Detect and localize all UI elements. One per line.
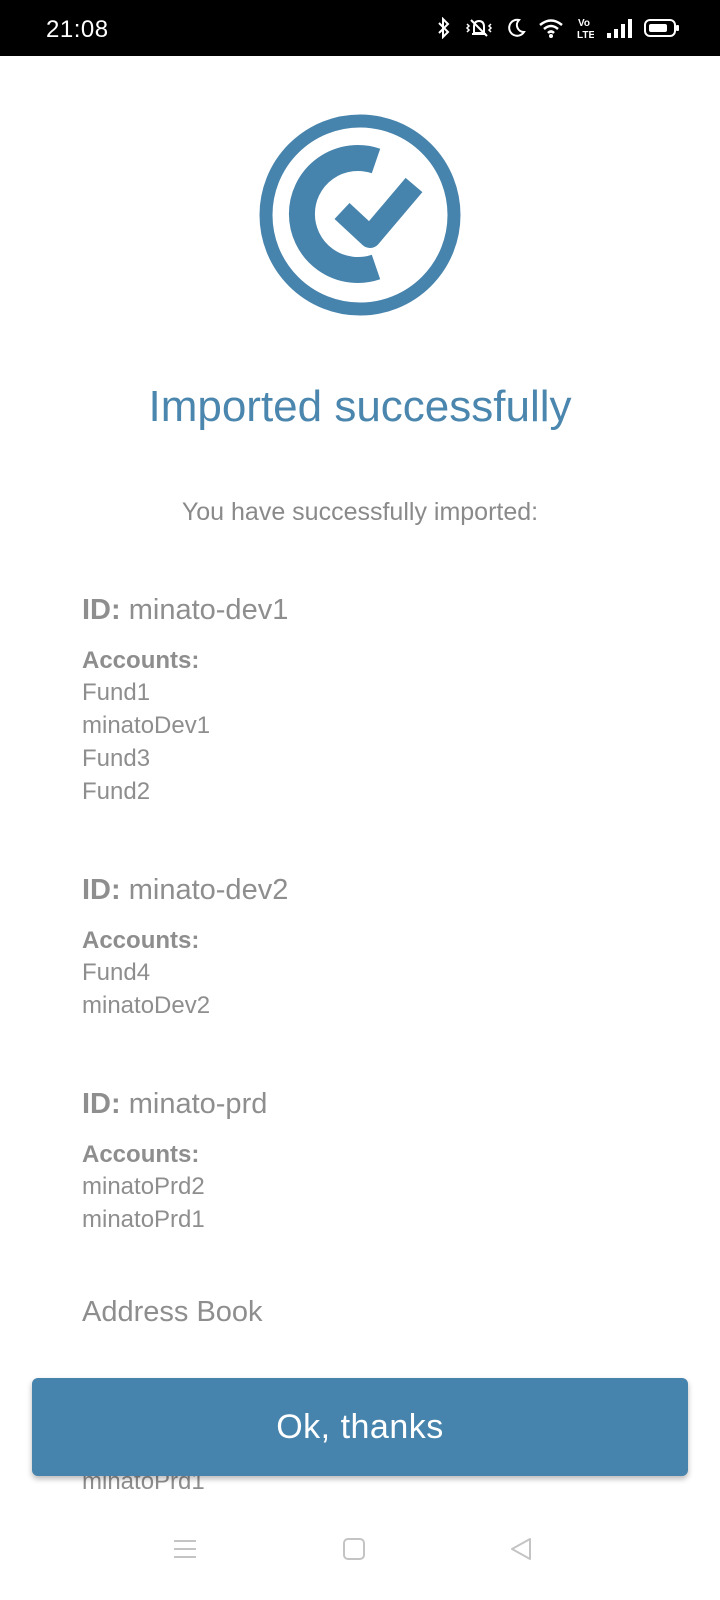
- account-item: minatoPrd2: [82, 1173, 205, 1200]
- account-item: Fund4: [82, 959, 151, 986]
- group-id-value: minato-dev1: [128, 594, 289, 626]
- back-icon[interactable]: [508, 1536, 534, 1562]
- home-icon[interactable]: [341, 1536, 367, 1562]
- battery-icon: [644, 19, 679, 37]
- group-id: ID: minato-prd: [82, 1084, 642, 1124]
- moon-icon: [508, 18, 526, 37]
- import-result-screen: Imported successfully You have successfu…: [0, 56, 720, 1516]
- account-item: minatoDev1: [82, 712, 211, 739]
- imported-group: ID: minato-prd Accounts: minatoPrd2 mina…: [82, 1084, 642, 1236]
- accounts-label: Accounts:: [82, 927, 200, 954]
- imported-group: ID: minato-dev2 Accounts: Fund4 minatoDe…: [82, 870, 642, 1022]
- menu-icon[interactable]: [172, 1536, 198, 1562]
- ok-thanks-button[interactable]: Ok, thanks: [32, 1378, 688, 1476]
- imported-group: ID: minato-dev1 Accounts: Fund1 minatoDe…: [82, 590, 642, 808]
- group-id-label: ID:: [82, 594, 121, 626]
- page-title: Imported successfully: [148, 382, 572, 431]
- status-icons: Vo LTE: [436, 14, 680, 42]
- group-id-label: ID:: [82, 1088, 121, 1120]
- signal-icon: [607, 19, 632, 38]
- accounts-label: Accounts:: [82, 647, 200, 674]
- navigation-bar: [0, 1510, 720, 1600]
- status-bar: 21:08 Vo LTE: [0, 0, 720, 56]
- account-item: minatoDev2: [82, 992, 211, 1019]
- group-id-value: minato-dev2: [128, 874, 289, 906]
- address-book-heading: Address Book: [82, 1296, 263, 1328]
- account-item: minatoPrd1: [82, 1206, 205, 1233]
- vibrate-icon: [465, 19, 493, 37]
- status-time: 21:08: [46, 16, 109, 43]
- check-logo-icon: [259, 114, 461, 316]
- group-id: ID: minato-dev2: [82, 870, 642, 910]
- group-id: ID: minato-dev1: [82, 590, 642, 630]
- account-item: Fund3: [82, 745, 151, 772]
- account-item: Fund1: [82, 679, 151, 706]
- account-item: Fund2: [82, 778, 151, 805]
- wifi-icon: [539, 19, 563, 38]
- svg-text:LTE: LTE: [577, 30, 594, 40]
- group-id-value: minato-prd: [128, 1088, 268, 1120]
- imported-list: ID: minato-dev1 Accounts: Fund1 minatoDe…: [82, 590, 642, 1332]
- accounts-label: Accounts:: [82, 1141, 200, 1168]
- volte-icon: Vo LTE: [577, 18, 594, 40]
- page-subtitle: You have successfully imported:: [181, 498, 539, 526]
- group-id-label: ID:: [82, 874, 121, 906]
- svg-text:Vo: Vo: [578, 18, 590, 29]
- bluetooth-icon: [438, 17, 450, 39]
